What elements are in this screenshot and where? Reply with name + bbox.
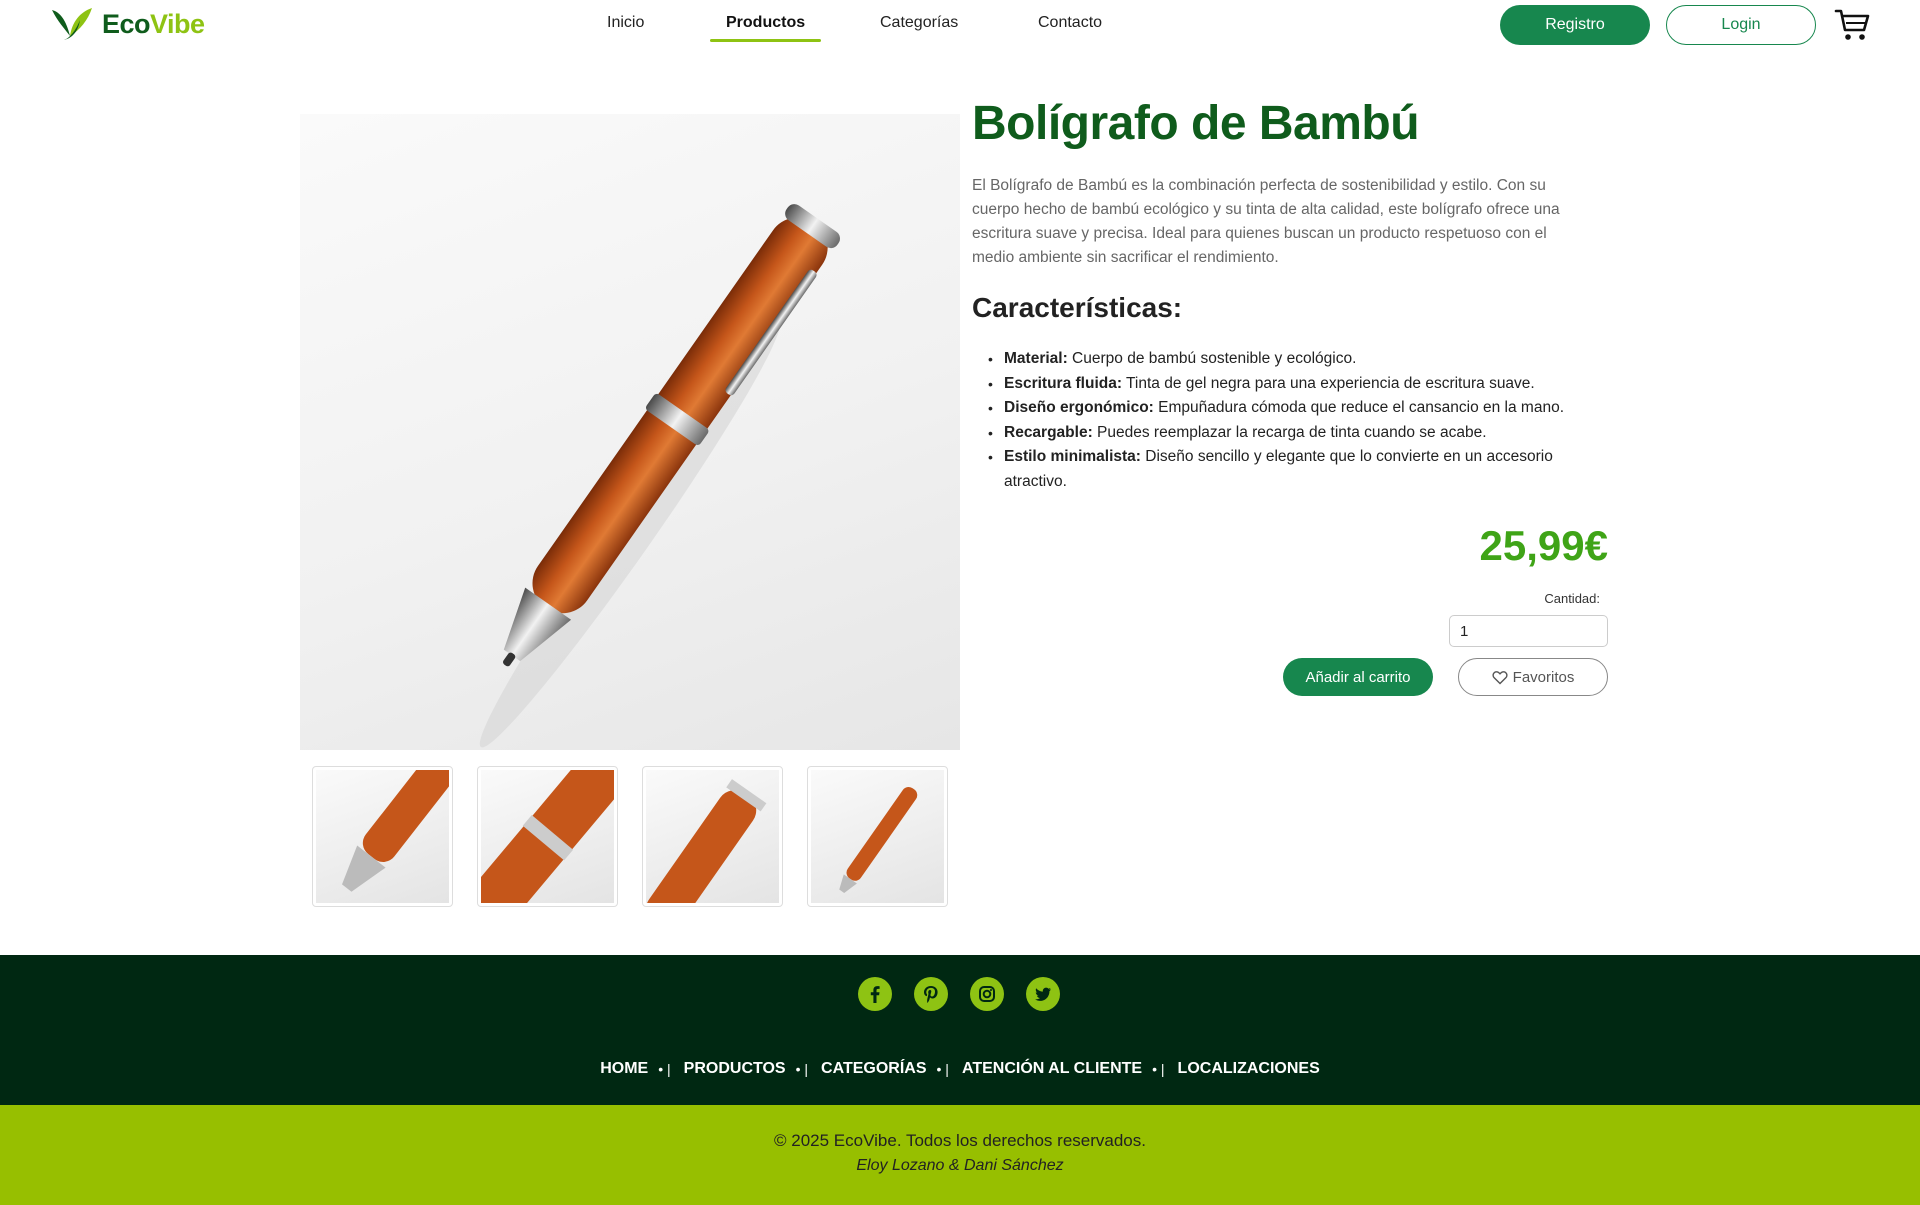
footer-separator: • | (795, 1061, 809, 1077)
authors-text: Eloy Lozano & Dani Sánchez (856, 1157, 1064, 1174)
footer-link-productos[interactable]: PRODUCTOS (684, 1060, 786, 1078)
login-button[interactable]: Login (1666, 5, 1816, 45)
quantity-label: Cantidad: (1544, 591, 1600, 606)
nav-inicio[interactable]: Inicio (607, 14, 644, 40)
product-price: 25,99€ (1479, 522, 1608, 569)
pen-image (479, 204, 840, 748)
social-links (858, 977, 1060, 1011)
favorites-button[interactable]: Favoritos (1458, 658, 1608, 696)
list-item: Estilo minimalista: Diseño sencillo y el… (988, 445, 1588, 494)
nav-contacto[interactable]: Contacto (1038, 14, 1102, 40)
thumbnail-3[interactable] (642, 766, 783, 907)
favorites-label: Favoritos (1512, 668, 1575, 686)
site-header: EcoVibe Inicio Productos Categorías Cont… (0, 0, 1920, 50)
footer-link-localizaciones[interactable]: LOCALIZACIONES (1178, 1060, 1320, 1078)
list-item: Diseño ergonómico: Empuñadura cómoda que… (988, 396, 1588, 421)
thumbnail-strip (312, 766, 948, 907)
twitter-icon[interactable] (1026, 977, 1060, 1011)
list-item: Escritura fluida: Tinta de gel negra par… (988, 372, 1588, 397)
list-item: Material: Cuerpo de bambú sostenible y e… (988, 347, 1588, 372)
register-button[interactable]: Registro (1500, 5, 1650, 45)
copyright-text: © 2025 EcoVibe. Todos los derechos reser… (774, 1131, 1146, 1150)
footer-top: HOME • | PRODUCTOS • | CATEGORÍAS • | AT… (0, 955, 1920, 1105)
footer-bottom: © 2025 EcoVibe. Todos los derechos reser… (0, 1105, 1920, 1205)
product-main-image (300, 114, 960, 750)
footer-separator: • | (936, 1061, 949, 1077)
footer-link-home[interactable]: HOME (600, 1060, 648, 1078)
product-description: El Bolígrafo de Bambú es la combinación … (972, 177, 1560, 266)
instagram-icon[interactable] (970, 977, 1004, 1011)
thumbnail-1[interactable] (312, 766, 453, 907)
features-heading: Características: (972, 292, 1183, 323)
features-list: Material: Cuerpo de bambú sostenible y e… (988, 347, 1588, 494)
nav-categorias[interactable]: Categorías (880, 14, 958, 40)
quantity-field[interactable] (1449, 615, 1608, 647)
product-title: Bolígrafo de Bambú (972, 97, 1420, 150)
thumbnail-4[interactable] (807, 766, 948, 907)
thumbnail-2[interactable] (477, 766, 618, 907)
add-to-cart-button[interactable]: Añadir al carrito (1283, 658, 1433, 696)
footer-separator: • | (658, 1061, 671, 1077)
heart-icon (1492, 670, 1508, 684)
footer-nav: HOME • | PRODUCTOS • | CATEGORÍAS • | AT… (0, 1060, 1920, 1078)
pinterest-icon[interactable] (914, 977, 948, 1011)
nav-productos[interactable]: Productos (709, 14, 822, 42)
footer-link-categorias[interactable]: CATEGORÍAS (821, 1060, 926, 1078)
facebook-icon[interactable] (858, 977, 892, 1011)
cart-icon[interactable] (1834, 8, 1870, 42)
list-item: Recargable: Puedes reemplazar la recarga… (988, 421, 1588, 446)
footer-link-atencion-cliente[interactable]: ATENCIÓN AL CLIENTE (962, 1060, 1142, 1078)
footer-separator: • | (1152, 1061, 1165, 1077)
